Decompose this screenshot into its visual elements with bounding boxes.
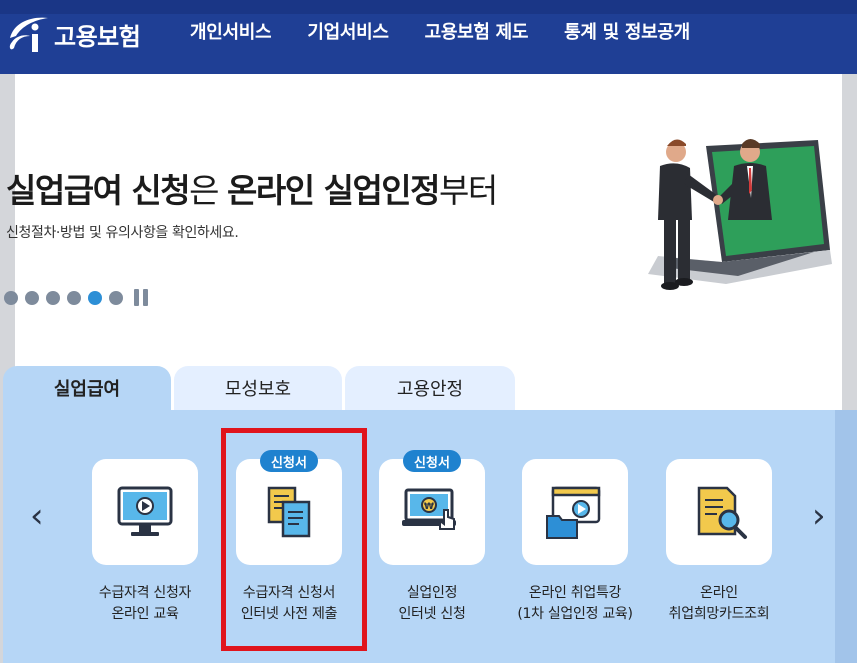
laptop-click-icon: ₩ [402,488,456,530]
chevron-left-icon[interactable]: ‹ [30,499,44,533]
site-header: 고용보험 개인서비스 기업서비스 고용보험 제도 통계 및 정보공개 [0,0,857,74]
tab-employment-stability[interactable]: 고용안정 [345,366,515,410]
service-label: 온라인 취업희망카드조회 [668,585,770,622]
nav-personal-services[interactable]: 개인서비스 [190,18,272,44]
category-tabs: 실업급여 모성보호 고용안정 [3,366,518,410]
application-badge: 신청서 [403,450,461,472]
site-logo[interactable]: 고용보험 [6,12,141,56]
monitor-play-icon [117,486,173,536]
slide-dot[interactable] [4,290,18,305]
logo-text: 고용보험 [54,22,141,51]
svg-text:₩: ₩ [424,502,434,512]
slide-indicator [4,289,152,306]
hero-title-part: 부터 [439,171,498,210]
pause-icon[interactable] [134,289,152,306]
hero-title[interactable]: 실업급여 신청은 온라인 실업인정부터 [6,164,498,212]
hero-title-part: 은 [189,171,228,210]
service-card[interactable]: ₩ [379,459,485,565]
video-folder-icon [546,486,601,539]
nav-insurance-system[interactable]: 고용보험 제도 [425,18,529,44]
slide-dot[interactable] [25,290,39,305]
service-card[interactable] [522,459,628,565]
highlight-box [221,428,367,651]
ei-logo-icon [9,17,48,52]
nav-statistics[interactable]: 통계 및 정보공개 [564,18,690,44]
slide-dot[interactable] [46,290,60,305]
slide-dot-active[interactable] [88,290,102,305]
service-unemployment-recognition[interactable]: ₩ 신청서 실업인정 인터넷 신청 [379,450,485,622]
card-search-icon [697,486,747,539]
hero-title-part: 온라인 실업인정 [227,171,441,210]
slide-dot[interactable] [67,290,81,305]
service-card[interactable] [92,459,198,565]
hero-subtitle: 신청절차·방법 및 유의사항을 확인하세요. [6,225,239,241]
service-job-card-lookup[interactable]: 온라인 취업희망카드조회 [666,459,772,622]
slide-dot[interactable] [109,290,123,305]
tab-maternity-protection[interactable]: 모성보호 [174,366,342,410]
handshake-laptop-illustration [648,139,832,290]
chevron-right-icon[interactable]: › [812,499,826,533]
hero-title-part: 실업급여 신청 [6,171,191,210]
service-online-job-lecture[interactable]: 온라인 취업특강 (1차 실업인정 교육) [517,459,633,622]
main-nav: 개인서비스 기업서비스 고용보험 제도 통계 및 정보공개 [190,18,726,44]
tab-unemployment-benefit[interactable]: 실업급여 [3,366,171,410]
service-online-education[interactable]: 수급자격 신청자 온라인 교육 [92,459,198,622]
service-card[interactable] [666,459,772,565]
nav-business-services[interactable]: 기업서비스 [307,18,389,44]
